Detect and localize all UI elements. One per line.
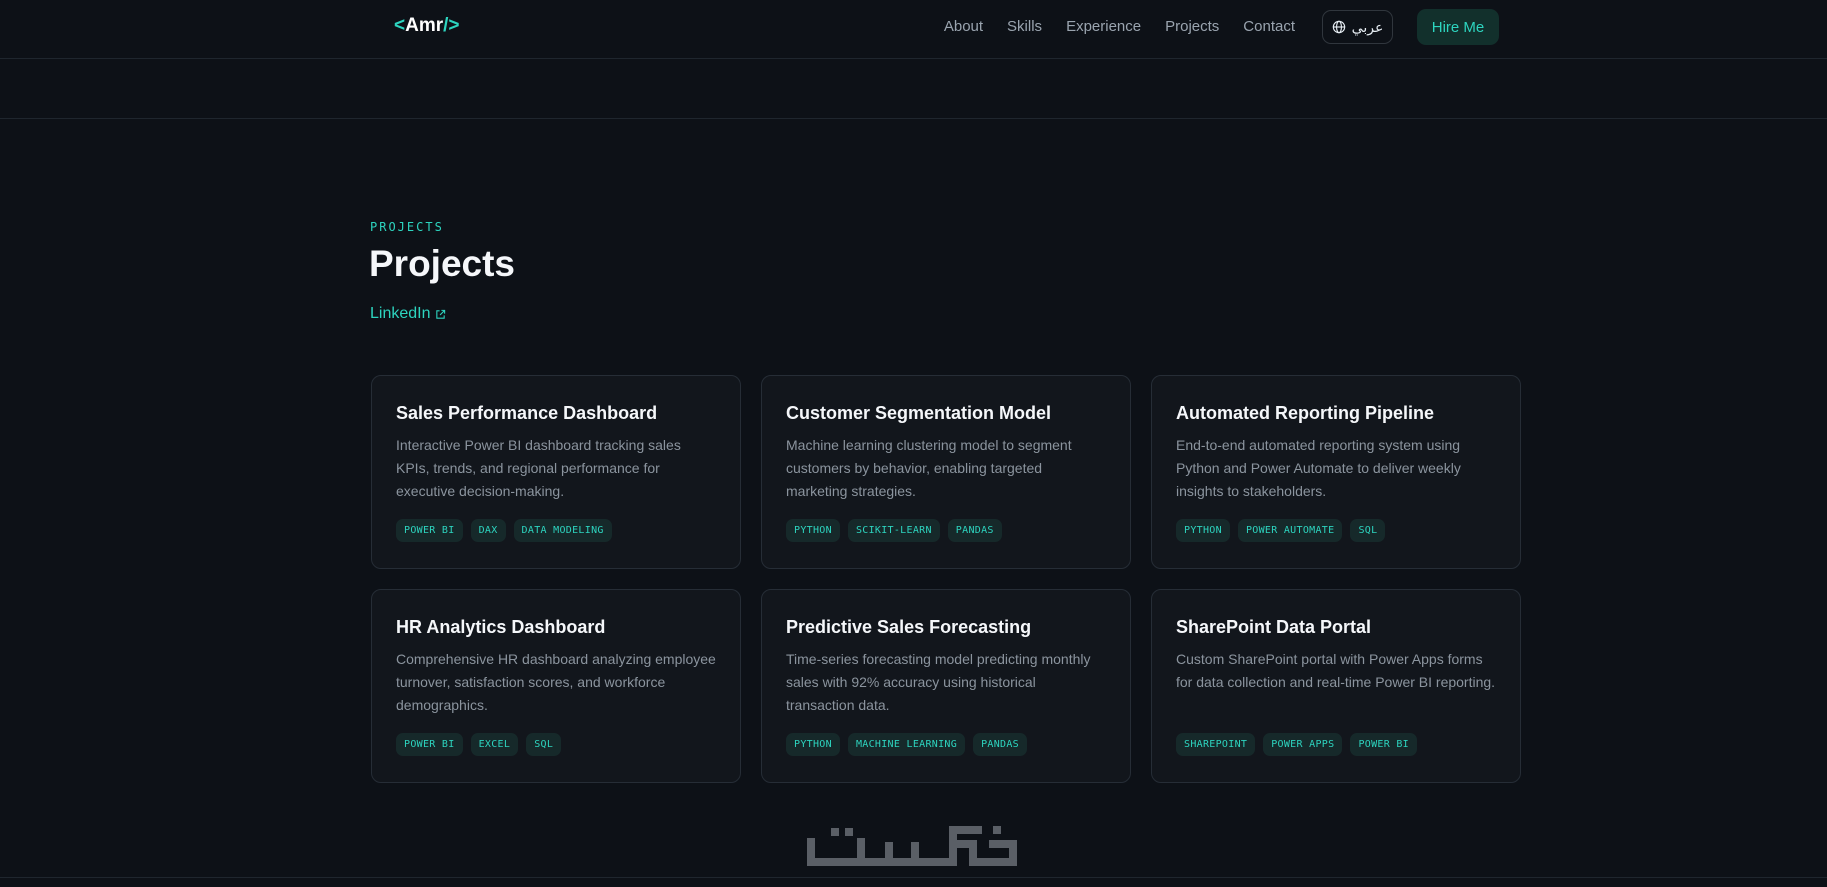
project-tags: PYTHON POWER AUTOMATE SQL — [1176, 519, 1386, 542]
nav-skills[interactable]: Skills — [1007, 18, 1042, 35]
globe-icon — [1332, 20, 1345, 34]
project-title: Customer Segmentation Model — [786, 403, 1052, 423]
section-eyebrow: PROJECTS — [370, 220, 444, 234]
project-description: Time-series forecasting model predicting… — [786, 651, 1091, 713]
project-tags: PYTHON SCIKIT-LEARN PANDAS — [786, 519, 1002, 542]
footer-divider — [0, 877, 1827, 878]
header-band — [0, 59, 1827, 119]
project-description: Interactive Power BI dashboard tracking … — [396, 437, 681, 499]
page: <Amr/> About Skills Experience Projects … — [0, 0, 1827, 887]
navbar: <Amr/> About Skills Experience Projects … — [0, 0, 1827, 59]
project-title: Automated Reporting Pipeline — [1176, 403, 1435, 423]
nav-about[interactable]: About — [944, 18, 983, 35]
project-title: HR Analytics Dashboard — [396, 617, 606, 637]
project-tags: SHAREPOINT POWER APPS POWER BI — [1176, 733, 1418, 756]
tag: POWER APPS — [1263, 733, 1343, 756]
tag: POWER BI — [396, 519, 463, 542]
tag: SCIKIT-LEARN — [847, 519, 940, 542]
logo-bracket-close: /> — [443, 15, 460, 36]
project-card[interactable]: Customer Segmentation Model Machine lear… — [761, 375, 1131, 569]
project-card[interactable]: Automated Reporting Pipeline End-to-end … — [1151, 375, 1521, 569]
tag: SQL — [1350, 519, 1386, 542]
tag: DATA MODELING — [513, 519, 612, 542]
hire-me-button[interactable]: Hire Me — [1417, 9, 1499, 45]
project-card[interactable]: Sales Performance Dashboard Interactive … — [371, 375, 741, 569]
tag: PANDAS — [947, 519, 1002, 542]
project-tags: POWER BI EXCEL SQL — [396, 733, 562, 756]
nav-experience[interactable]: Experience — [1066, 18, 1141, 35]
tag: SQL — [526, 733, 562, 756]
linkedin-label: LinkedIn — [370, 305, 431, 322]
project-description: End-to-end automated reporting system us… — [1176, 437, 1461, 499]
tag: PYTHON — [1176, 519, 1230, 542]
nav-projects[interactable]: Projects — [1165, 18, 1219, 35]
section-title: Projects — [369, 243, 516, 284]
project-tags: POWER BI DAX DATA MODELING — [396, 519, 612, 542]
linkedin-link[interactable]: LinkedIn — [370, 305, 446, 323]
project-card[interactable]: Predictive Sales Forecasting Time-series… — [761, 589, 1131, 783]
tag: SHAREPOINT — [1176, 733, 1256, 756]
tag: PANDAS — [973, 733, 1028, 756]
language-toggle-button[interactable]: عربي — [1322, 10, 1393, 44]
tag: PYTHON — [786, 733, 840, 756]
project-title: Predictive Sales Forecasting — [786, 617, 1032, 637]
tag: DAX — [470, 519, 506, 542]
project-description: Machine learning clustering model to seg… — [786, 437, 1072, 499]
project-title: SharePoint Data Portal — [1176, 617, 1372, 637]
language-label: عربي — [1351, 18, 1384, 35]
external-link-icon — [435, 309, 445, 319]
tag: PYTHON — [786, 519, 840, 542]
tag: EXCEL — [470, 733, 519, 756]
logo[interactable]: <Amr/> — [394, 15, 460, 37]
project-tags: PYTHON MACHINE LEARNING PANDAS — [786, 733, 1028, 756]
project-description: Custom SharePoint portal with Power Apps… — [1176, 651, 1496, 690]
project-title: Sales Performance Dashboard — [396, 403, 658, 423]
project-description: Comprehensive HR dashboard analyzing emp… — [396, 651, 716, 713]
tag: POWER AUTOMATE — [1237, 519, 1343, 542]
projects-grid: Sales Performance Dashboard Interactive … — [371, 375, 1522, 783]
project-card[interactable]: HR Analytics Dashboard Comprehensive HR … — [371, 589, 741, 783]
tag: MACHINE LEARNING — [847, 733, 966, 756]
tag: POWER BI — [396, 733, 463, 756]
project-card[interactable]: SharePoint Data Portal Custom SharePoint… — [1151, 589, 1521, 783]
watermark-logo — [807, 826, 1017, 866]
logo-name: Amr — [405, 15, 444, 36]
nav-links: About Skills Experience Projects Contact — [944, 18, 1295, 35]
logo-bracket-open: < — [394, 15, 406, 36]
nav-contact[interactable]: Contact — [1243, 18, 1295, 35]
tag: POWER BI — [1350, 733, 1418, 756]
